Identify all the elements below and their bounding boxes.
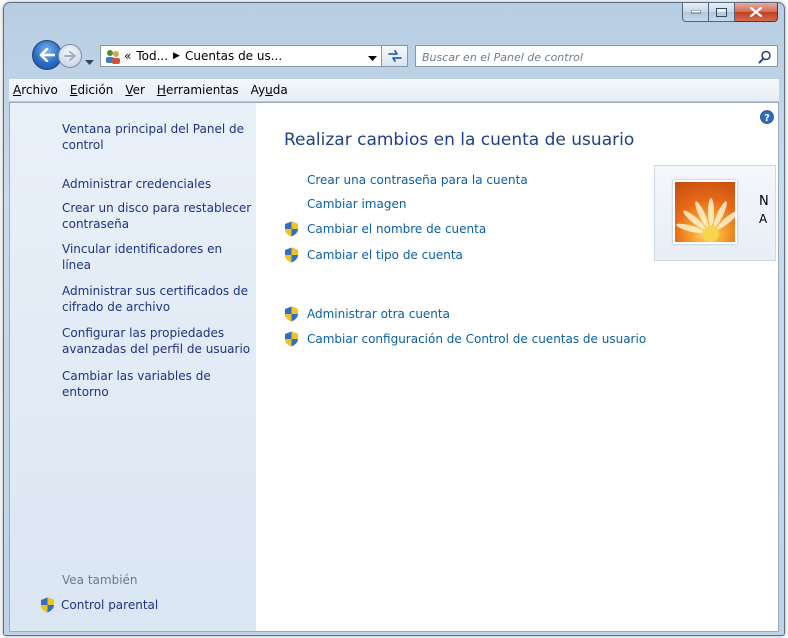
- create-password-label: Crear una contraseña para la cuenta: [307, 173, 528, 187]
- control-panel-window: « Tod... ▶ Cuentas de us... Archivo Edic…: [3, 2, 785, 636]
- account-picture[interactable]: [673, 180, 737, 244]
- change-uac-settings-label: Cambiar configuración de Control de cuen…: [307, 332, 647, 346]
- task-environment-variables[interactable]: Cambiar las variables de entorno: [62, 368, 252, 400]
- users-icon: [105, 49, 121, 64]
- breadcrumb-all-items[interactable]: Tod...: [136, 49, 168, 63]
- manage-another-account-label: Administrar otra cuenta: [307, 307, 450, 321]
- menu-edicion[interactable]: Edición: [64, 83, 119, 97]
- recent-pages-button[interactable]: [85, 51, 94, 70]
- change-uac-settings-link[interactable]: Cambiar configuración de Control de cuen…: [284, 331, 646, 347]
- task-create-reset-disk[interactable]: Crear un disco para restablecer contrase…: [62, 200, 252, 232]
- task-advanced-profile[interactable]: Configurar las propiedades avanzadas del…: [62, 325, 252, 357]
- change-account-type-label: Cambiar el tipo de cuenta: [307, 248, 463, 262]
- change-picture-link[interactable]: Cambiar imagen: [307, 197, 406, 211]
- chevron-down-icon: [368, 56, 377, 61]
- title-bar[interactable]: [4, 3, 784, 35]
- caption-buttons: [682, 3, 778, 22]
- change-account-type-link[interactable]: Cambiar el tipo de cuenta: [284, 247, 463, 263]
- maximize-button[interactable]: [709, 3, 735, 22]
- breadcrumb-separator-icon[interactable]: ▶: [173, 51, 180, 61]
- uac-shield-icon: [284, 247, 299, 263]
- content-area: Ventana principal del Panel de control A…: [9, 102, 779, 632]
- menu-ver[interactable]: Ver: [119, 83, 151, 97]
- search-input[interactable]: [422, 48, 742, 67]
- uac-shield-icon: [284, 331, 299, 347]
- manage-another-account-link[interactable]: Administrar otra cuenta: [284, 306, 450, 322]
- menu-herramientas[interactable]: Herramientas: [151, 83, 245, 97]
- maximize-icon: [716, 7, 727, 17]
- account-card: N A: [654, 165, 776, 261]
- refresh-icon: [387, 50, 402, 62]
- forward-arrow-icon: [64, 51, 76, 61]
- back-arrow-icon: [39, 48, 55, 62]
- close-icon: [750, 7, 762, 17]
- uac-shield-icon: [284, 306, 299, 322]
- see-also-heading: Vea también: [62, 573, 138, 587]
- navigation-bar: « Tod... ▶ Cuentas de us...: [4, 35, 784, 77]
- uac-shield-icon: [40, 597, 55, 613]
- change-account-name-link[interactable]: Cambiar el nombre de cuenta: [284, 221, 486, 237]
- change-account-name-label: Cambiar el nombre de cuenta: [307, 222, 487, 236]
- help-icon: ?: [760, 110, 774, 124]
- task-control-panel-home[interactable]: Ventana principal del Panel de control: [62, 121, 252, 153]
- change-picture-label: Cambiar imagen: [307, 197, 407, 211]
- forward-button[interactable]: [58, 44, 82, 68]
- menu-ayuda[interactable]: Ayuda: [245, 83, 294, 97]
- address-bar[interactable]: « Tod... ▶ Cuentas de us...: [100, 45, 382, 67]
- chevron-down-icon: [85, 60, 94, 65]
- help-button[interactable]: ?: [760, 109, 774, 128]
- svg-text:?: ?: [764, 113, 770, 124]
- close-button[interactable]: [735, 3, 778, 22]
- parental-controls-label: Control parental: [61, 598, 159, 612]
- task-manage-credentials[interactable]: Administrar credenciales: [62, 176, 252, 192]
- menu-bar: Archivo Edición Ver Herramientas Ayuda: [9, 79, 779, 102]
- page-title: Realizar cambios en la cuenta de usuario: [284, 130, 635, 150]
- minimize-icon: [690, 10, 701, 14]
- task-manage-certificates[interactable]: Administrar sus certificados de cifrado …: [62, 283, 252, 315]
- account-name: N: [759, 194, 769, 209]
- task-link-online-ids[interactable]: Vincular identificadores en línea: [62, 241, 252, 273]
- address-dropdown-button[interactable]: [368, 51, 377, 65]
- minimize-button[interactable]: [682, 3, 709, 22]
- task-pane: Ventana principal del Panel de control A…: [10, 103, 256, 631]
- address-overflow[interactable]: «: [124, 49, 131, 63]
- menu-archivo[interactable]: Archivo: [9, 83, 64, 97]
- uac-shield-icon: [284, 221, 299, 237]
- breadcrumb-user-accounts[interactable]: Cuentas de us...: [185, 49, 282, 63]
- search-icon[interactable]: [758, 49, 772, 68]
- refresh-button[interactable]: [382, 45, 408, 67]
- account-type: A: [759, 212, 768, 226]
- search-box[interactable]: [415, 45, 778, 67]
- flower-picture-icon: [676, 198, 735, 242]
- create-password-link[interactable]: Crear una contraseña para la cuenta: [307, 173, 528, 187]
- parental-controls-link[interactable]: Control parental: [40, 597, 158, 613]
